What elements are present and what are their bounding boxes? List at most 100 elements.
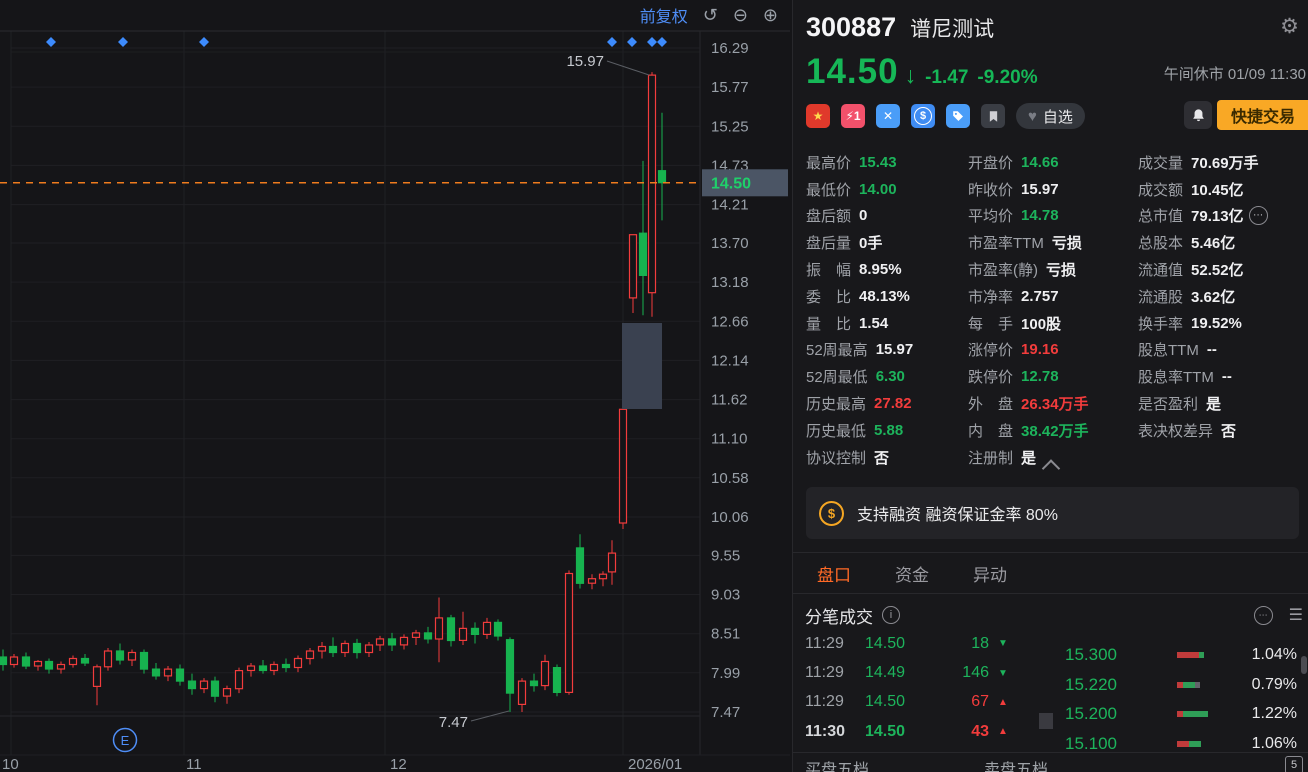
quote-row: 市盈率(静)亏损	[968, 256, 1138, 283]
level-volume-bar	[1177, 711, 1208, 717]
svg-text:11.62: 11.62	[711, 392, 747, 409]
tick-list-scrollbar[interactable]	[1039, 713, 1053, 729]
tab-order-book[interactable]: 盘口	[817, 561, 851, 586]
quote-value: 79.13亿	[1191, 205, 1244, 226]
adjust-mode-button[interactable]: 前复权	[640, 3, 688, 27]
price-level-list[interactable]: 15.3001.04%15.2200.79%15.2001.22%15.1001…	[1053, 640, 1308, 753]
flash-icon[interactable]: ⚡1	[841, 104, 865, 128]
svg-text:2026/01: 2026/01	[628, 756, 682, 772]
zoom-out-icon[interactable]: ⊖	[733, 6, 748, 24]
quote-label: 市盈率(静)	[968, 259, 1038, 280]
margin-trading-notice[interactable]: $ 支持融资 融资保证金率 80%	[806, 487, 1299, 539]
price-level-row[interactable]: 15.2001.22%	[1053, 700, 1308, 730]
sell-depth-label[interactable]: 卖盘五档	[984, 753, 1048, 772]
settings-gear-icon[interactable]: ⚙	[1280, 14, 1299, 39]
margin-notice-text: 支持融资 融资保证金率 80%	[857, 501, 1058, 525]
quote-row: 盘后额0	[806, 203, 968, 230]
quick-trade-button[interactable]: 快捷交易	[1217, 100, 1308, 130]
market-cap-more-icon[interactable]: ⋯	[1249, 206, 1268, 225]
quote-row: 每 手 100股	[968, 310, 1138, 337]
bookmark-icon[interactable]	[981, 104, 1005, 128]
tab-capital-flow[interactable]: 资金	[895, 561, 929, 586]
alert-bell-icon[interactable]	[1184, 101, 1212, 129]
quote-label: 注册制	[968, 447, 1013, 468]
quote-row: 盘后量 0手	[806, 229, 968, 256]
quote-value: 是	[1206, 393, 1221, 414]
quote-row: 历史最低5.88	[806, 417, 968, 444]
level-volume-bar	[1177, 741, 1201, 747]
zoom-in-icon[interactable]: ⊕	[763, 6, 778, 24]
price-level-row[interactable]: 15.3001.04%	[1053, 640, 1308, 670]
quote-row: 外 盘26.34万手	[968, 390, 1138, 417]
price-level-row[interactable]: 15.1001.06%	[1053, 729, 1308, 753]
quote-value: 2.757	[1021, 288, 1059, 305]
x-icon[interactable]: ✕	[876, 104, 900, 128]
tick-price: 14.49	[865, 664, 933, 682]
svg-text:10.06: 10.06	[711, 509, 749, 526]
stock-title: 300887 谱尼测试	[806, 12, 994, 43]
svg-text:16.29: 16.29	[711, 40, 749, 57]
quote-row: 是否盈利是	[1138, 390, 1307, 417]
quote-row: 总股本5.46亿	[1138, 229, 1307, 256]
quote-value: 1.54	[859, 315, 888, 332]
quote-value: 48.13%	[859, 288, 910, 305]
tick-section-title: 分笔成交	[805, 603, 873, 628]
undo-icon[interactable]: ↺	[703, 6, 718, 24]
chart-area: 16.2915.7715.2514.7314.2113.7013.1812.66…	[0, 0, 790, 772]
quote-label: 流通股	[1138, 286, 1183, 307]
cn-flag-icon[interactable]: ★	[806, 104, 830, 128]
quote-label: 涨停价	[968, 339, 1013, 360]
quote-label: 委 比	[806, 286, 851, 307]
quote-row: 历史最高27.82	[806, 390, 968, 417]
svg-text:11.10: 11.10	[711, 431, 747, 448]
dollar-icon[interactable]: $	[911, 104, 935, 128]
add-watchlist-button[interactable]: ♥自选	[1016, 103, 1085, 129]
quote-value: 70.69万手	[1191, 152, 1259, 173]
quote-value: 14.78	[1021, 207, 1059, 224]
buy-depth-label[interactable]: 买盘五档	[805, 753, 869, 772]
quote-value: 0手	[859, 232, 882, 253]
tick-time: 11:29	[805, 664, 865, 682]
quote-label: 股息率TTM	[1138, 366, 1214, 387]
price-level-row[interactable]: 15.2200.79%	[1053, 670, 1308, 700]
quote-label: 最低价	[806, 179, 851, 200]
quote-label: 每 手	[968, 313, 1013, 334]
tag-icon[interactable]	[946, 104, 970, 128]
tick-row: 11:2914.49146▼	[793, 658, 1043, 687]
quote-label: 总市值	[1138, 205, 1183, 226]
quote-value: 否	[874, 447, 889, 468]
quote-label: 总股本	[1138, 232, 1183, 253]
tick-price: 14.50	[865, 723, 933, 741]
quote-row: 昨收价15.97	[968, 176, 1138, 203]
quote-label: 成交额	[1138, 179, 1183, 200]
quote-column-3: 成交量70.69万手成交额10.45亿总市值79.13亿⋯总股本5.46亿流通值…	[1138, 149, 1307, 471]
quote-value: 8.95%	[859, 261, 902, 278]
heart-icon: ♥	[1028, 108, 1037, 125]
panel-scrollbar[interactable]	[1301, 656, 1307, 674]
quote-label: 量 比	[806, 313, 851, 334]
quote-label: 市盈率TTM	[968, 232, 1044, 253]
quote-row: 流通股3.62亿	[1138, 283, 1307, 310]
svg-text:15.77: 15.77	[711, 79, 749, 96]
candlestick-chart[interactable]: 16.2915.7715.2514.7314.2113.7013.1812.66…	[0, 0, 790, 772]
stock-code: 300887	[806, 12, 896, 43]
list-view-icon[interactable]: ☰	[1289, 605, 1303, 625]
tab-unusual-moves[interactable]: 异动	[973, 561, 1007, 586]
quote-label: 盘后量	[806, 232, 851, 253]
info-icon[interactable]: i	[882, 606, 900, 624]
tick-section-header: 分笔成交 i ⋯ ☰	[805, 594, 1303, 636]
quote-value: 5.88	[874, 422, 903, 439]
quote-value: 是	[1021, 447, 1036, 468]
quote-row: 换手率19.52%	[1138, 310, 1307, 337]
more-options-icon[interactable]: ⋯	[1254, 606, 1273, 625]
tick-direction-icon: ▼	[995, 668, 1011, 679]
tick-direction-icon: ▲	[995, 697, 1011, 708]
quote-row: 流通值 52.52亿	[1138, 256, 1307, 283]
quote-label: 52周最高	[806, 339, 868, 360]
quote-row: 股息率TTM--	[1138, 363, 1307, 390]
price-change: -1.47	[925, 67, 968, 89]
tick-trade-list[interactable]: 11:2914.5018▼11:2914.49146▼11:2914.5067▲…	[793, 636, 1043, 753]
quote-value: 52.52亿	[1191, 259, 1244, 280]
quote-value: 100股	[1021, 313, 1061, 334]
quote-label: 流通值	[1138, 259, 1183, 280]
